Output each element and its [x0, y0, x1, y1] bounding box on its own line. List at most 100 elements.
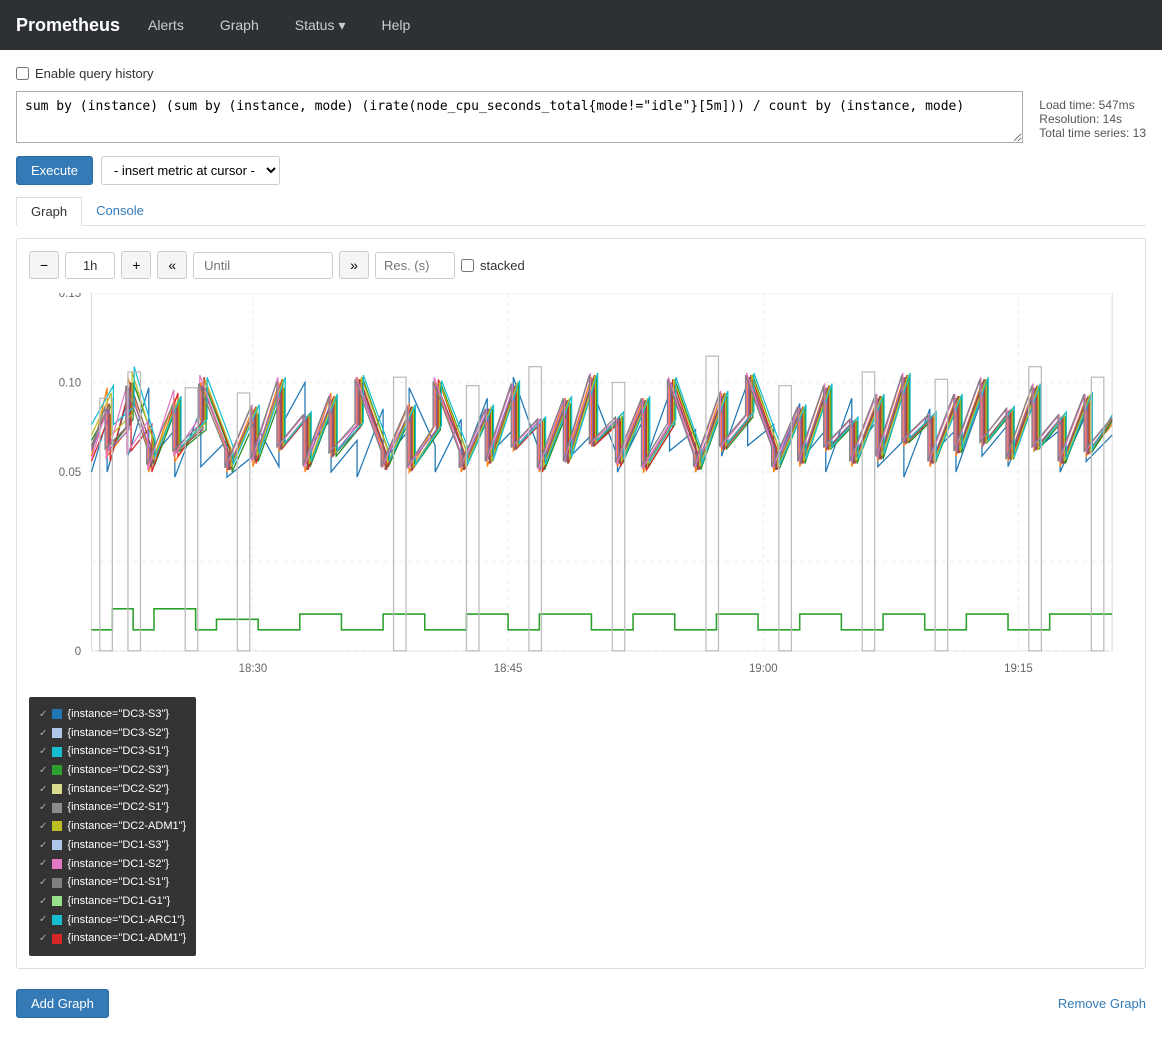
- svg-text:18:45: 18:45: [494, 663, 523, 675]
- legend-item[interactable]: ✓ {instance="DC3-S1"}: [39, 742, 186, 761]
- svg-text:0: 0: [75, 646, 81, 658]
- legend-item[interactable]: ✓ {instance="DC2-ADM1"}: [39, 817, 186, 836]
- legend-label: {instance="DC1-G1"}: [67, 892, 170, 911]
- execute-button[interactable]: Execute: [16, 156, 93, 185]
- page-content: Enable query history Load time: 547ms Re…: [0, 50, 1162, 1042]
- brand-title: Prometheus: [16, 15, 120, 36]
- add-graph-button[interactable]: Add Graph: [16, 989, 109, 1018]
- load-time: Load time: 547ms: [1039, 98, 1146, 112]
- legend-item[interactable]: ✓ {instance="DC1-G1"}: [39, 892, 186, 911]
- legend-color-swatch: [52, 896, 62, 906]
- legend-item[interactable]: ✓ {instance="DC1-S2"}: [39, 855, 186, 874]
- nav-status[interactable]: Status ▾: [287, 13, 354, 38]
- legend-label: {instance="DC1-ARC1"}: [67, 911, 185, 930]
- legend-item[interactable]: ✓ {instance="DC1-S3"}: [39, 836, 186, 855]
- insert-metric-select[interactable]: - insert metric at cursor -: [101, 156, 280, 185]
- forward-button[interactable]: »: [339, 251, 369, 279]
- nav-graph[interactable]: Graph: [212, 13, 267, 37]
- enable-history-checkbox[interactable]: [16, 67, 29, 80]
- nav-alerts[interactable]: Alerts: [140, 13, 192, 37]
- svg-text:18:30: 18:30: [239, 663, 268, 675]
- res-input[interactable]: [375, 252, 455, 279]
- chart-svg: 0.15 0.10 0.05 0 18:30 18:45 19:00 19:15: [29, 293, 1133, 693]
- stacked-label[interactable]: stacked: [461, 258, 525, 273]
- legend-color-swatch: [52, 934, 62, 944]
- svg-text:0.10: 0.10: [59, 378, 81, 390]
- legend-color-swatch: [52, 709, 62, 719]
- navbar: Prometheus Alerts Graph Status ▾ Help: [0, 0, 1162, 50]
- nav-help[interactable]: Help: [373, 13, 418, 37]
- legend-color-swatch: [52, 784, 62, 794]
- legend-item[interactable]: ✓ {instance="DC1-ARC1"}: [39, 911, 186, 930]
- legend-item[interactable]: ✓ {instance="DC1-ADM1"}: [39, 929, 186, 948]
- back-button[interactable]: «: [157, 251, 187, 279]
- legend-item[interactable]: ✓ {instance="DC3-S2"}: [39, 724, 186, 743]
- stacked-text: stacked: [480, 258, 525, 273]
- tab-graph[interactable]: Graph: [16, 197, 82, 226]
- load-info: Load time: 547ms Resolution: 14s Total t…: [1039, 98, 1146, 140]
- chart-container: 0.15 0.10 0.05 0 18:30 18:45 19:00 19:15: [29, 293, 1133, 693]
- legend-check-icon: ✓: [39, 781, 47, 798]
- legend-check-icon: ✓: [39, 855, 47, 872]
- legend-check-icon: ✓: [39, 837, 47, 854]
- resolution: Resolution: 14s: [1039, 112, 1146, 126]
- execute-row: Execute - insert metric at cursor -: [16, 156, 1146, 185]
- tab-console[interactable]: Console: [82, 197, 158, 226]
- legend-label: {instance="DC3-S3"}: [67, 705, 169, 724]
- tabs: Graph Console: [16, 197, 1146, 226]
- legend-color-swatch: [52, 821, 62, 831]
- legend-label: {instance="DC2-S1"}: [67, 798, 169, 817]
- svg-text:0.05: 0.05: [59, 467, 81, 479]
- legend-check-icon: ✓: [39, 893, 47, 910]
- legend-check-icon: ✓: [39, 725, 47, 742]
- legend-label: {instance="DC3-S2"}: [67, 724, 169, 743]
- query-input[interactable]: [16, 91, 1023, 143]
- legend-color-swatch: [52, 840, 62, 850]
- legend-color-swatch: [52, 859, 62, 869]
- remove-graph-button[interactable]: Remove Graph: [1058, 996, 1146, 1011]
- legend-label: {instance="DC1-ADM1"}: [67, 929, 186, 948]
- legend-color-swatch: [52, 878, 62, 888]
- legend-color-swatch: [52, 728, 62, 738]
- svg-text:19:00: 19:00: [749, 663, 778, 675]
- legend-color-swatch: [52, 765, 62, 775]
- legend-label: {instance="DC1-S3"}: [67, 836, 169, 855]
- until-input[interactable]: [193, 252, 333, 279]
- zoom-out-button[interactable]: −: [29, 251, 59, 279]
- legend-color-swatch: [52, 803, 62, 813]
- legend-check-icon: ✓: [39, 911, 47, 928]
- legend-check-icon: ✓: [39, 706, 47, 723]
- enable-history-row: Enable query history: [16, 66, 1146, 81]
- legend-item[interactable]: ✓ {instance="DC2-S1"}: [39, 798, 186, 817]
- legend-check-icon: ✓: [39, 762, 47, 779]
- legend-item[interactable]: ✓ {instance="DC2-S2"}: [39, 780, 186, 799]
- svg-text:19:15: 19:15: [1004, 663, 1033, 675]
- legend-label: {instance="DC1-S2"}: [67, 855, 169, 874]
- legend: ✓ {instance="DC3-S3"} ✓ {instance="DC3-S…: [29, 697, 196, 956]
- legend-color-swatch: [52, 747, 62, 757]
- legend-check-icon: ✓: [39, 930, 47, 947]
- time-range-display: 1h: [65, 252, 115, 279]
- legend-check-icon: ✓: [39, 743, 47, 760]
- legend-label: {instance="DC3-S1"}: [67, 742, 169, 761]
- legend-check-icon: ✓: [39, 874, 47, 891]
- legend-color-swatch: [52, 915, 62, 925]
- graph-panel: − 1h + « » stacked: [16, 238, 1146, 969]
- legend-check-icon: ✓: [39, 799, 47, 816]
- enable-history-label[interactable]: Enable query history: [35, 66, 154, 81]
- legend-label: {instance="DC2-S2"}: [67, 780, 169, 799]
- query-textarea-wrap: [16, 91, 1023, 146]
- chevron-down-icon: ▾: [338, 17, 345, 34]
- stacked-checkbox[interactable]: [461, 259, 474, 272]
- svg-text:0.15: 0.15: [59, 293, 81, 300]
- legend-label: {instance="DC2-S3"}: [67, 761, 169, 780]
- legend-item[interactable]: ✓ {instance="DC2-S3"}: [39, 761, 186, 780]
- bottom-actions: Add Graph Remove Graph: [16, 981, 1146, 1026]
- zoom-in-button[interactable]: +: [121, 251, 151, 279]
- legend-item[interactable]: ✓ {instance="DC1-S1"}: [39, 873, 186, 892]
- query-bar: Load time: 547ms Resolution: 14s Total t…: [16, 91, 1146, 146]
- controls-row: − 1h + « » stacked: [29, 251, 1133, 279]
- legend-item[interactable]: ✓ {instance="DC3-S3"}: [39, 705, 186, 724]
- total-series: Total time series: 13: [1039, 126, 1146, 140]
- legend-check-icon: ✓: [39, 818, 47, 835]
